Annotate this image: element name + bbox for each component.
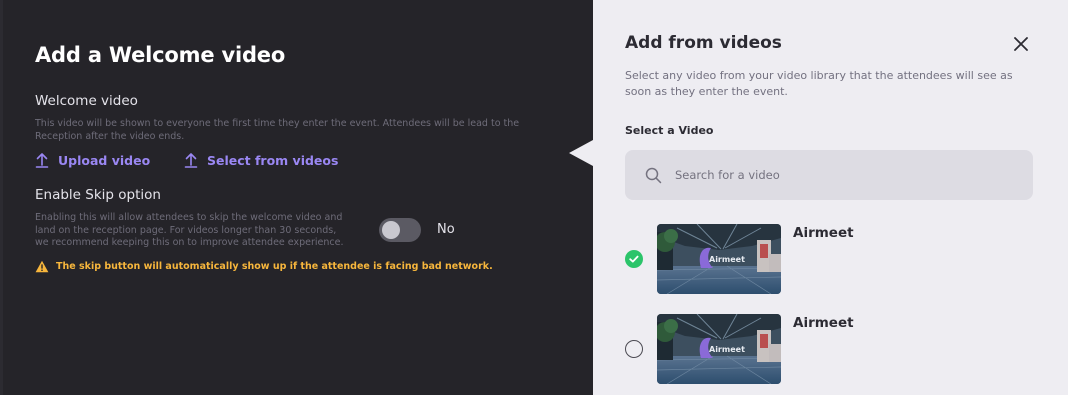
add-from-videos-description: Select any video from your video library… — [625, 69, 1013, 98]
skip-toggle-state-label: No — [437, 222, 455, 237]
select-from-videos-link[interactable]: Select from videos — [184, 152, 338, 168]
checkmark-icon — [629, 255, 639, 263]
video-radio-selected[interactable] — [625, 250, 643, 268]
welcome-video-description: This video will be shown to everyone the… — [35, 118, 519, 143]
video-list-item[interactable]: Airmeet Airmeet — [625, 224, 1035, 294]
add-from-videos-panel: Add from videos Select any video from yo… — [593, 0, 1068, 395]
upload-arrow-icon — [184, 152, 198, 168]
select-video-label: Select a Video — [625, 124, 714, 137]
welcome-video-label: Welcome video — [35, 93, 138, 109]
skip-option-description: Enabling this will allow attendees to sk… — [35, 212, 343, 250]
upload-arrow-icon — [35, 152, 49, 168]
skip-option-label: Enable Skip option — [35, 187, 161, 203]
video-thumbnail: Airmeet — [657, 314, 781, 384]
add-from-videos-title: Add from videos — [625, 33, 782, 53]
thumbnail-watermark: Airmeet — [709, 345, 745, 354]
close-icon[interactable] — [1013, 36, 1029, 52]
network-warning: The skip button will automatically show … — [35, 260, 493, 273]
thumbnail-watermark: Airmeet — [709, 255, 745, 264]
video-title: Airmeet — [793, 225, 854, 241]
select-from-videos-label: Select from videos — [207, 152, 339, 168]
video-search-input[interactable] — [675, 168, 995, 182]
skip-description-line: land on the reception page. For videos l… — [35, 224, 337, 236]
video-thumbnail: Airmeet — [657, 224, 781, 294]
video-search-box[interactable] — [625, 150, 1033, 200]
search-icon — [645, 167, 662, 184]
skip-description-line: Enabling this will allow attendees to sk… — [35, 212, 343, 223]
panel-pointer-arrow — [569, 140, 593, 166]
video-title: Airmeet — [793, 315, 854, 331]
welcome-video-modal: Add a Welcome video Welcome video This v… — [0, 0, 1068, 395]
panel-title: Add a Welcome video — [35, 43, 286, 67]
welcome-video-description-line: Reception after the video ends. — [35, 130, 185, 142]
warning-text: The skip button will automatically show … — [56, 261, 493, 272]
upload-video-label: Upload video — [58, 152, 151, 168]
toggle-knob — [382, 221, 400, 239]
video-list-item[interactable]: Airmeet Airmeet — [625, 314, 1035, 384]
skip-description-line: we recommend keeping this on to improve … — [35, 237, 344, 248]
warning-icon — [35, 260, 49, 273]
skip-toggle[interactable] — [379, 218, 421, 242]
welcome-video-description-line: This video will be shown to everyone the… — [35, 118, 520, 129]
video-radio-unselected[interactable] — [625, 340, 643, 358]
upload-video-link[interactable]: Upload video — [35, 152, 150, 168]
welcome-video-panel: Add a Welcome video Welcome video This v… — [3, 0, 593, 395]
